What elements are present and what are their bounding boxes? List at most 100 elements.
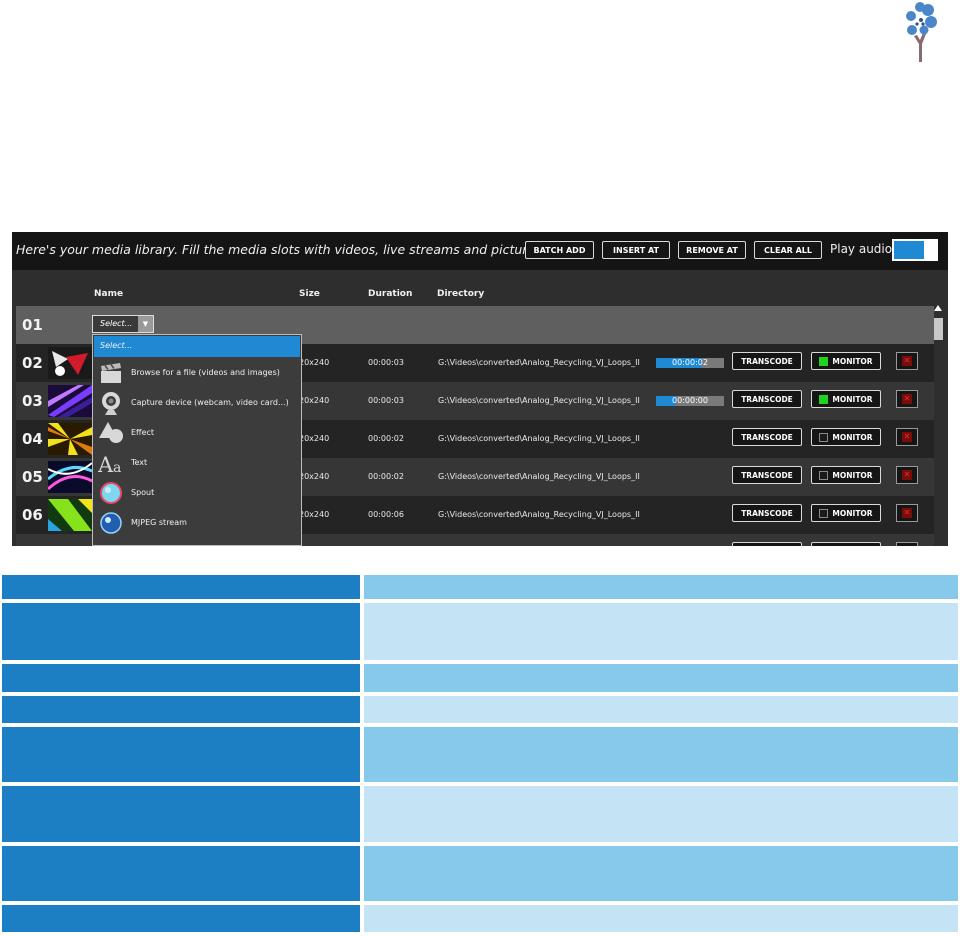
transcode-progress-bar: 00:00:00 xyxy=(656,396,724,406)
table-cell-label xyxy=(2,905,360,932)
monitor-led-icon xyxy=(819,432,829,442)
transcode-button[interactable]: TRANSCODE xyxy=(732,352,802,370)
media-type-select[interactable]: Select... ▼ xyxy=(92,315,154,333)
table-cell-value xyxy=(364,696,958,723)
duration-cell: 00:00:03 xyxy=(368,396,404,405)
dropdown-item-capture-device[interactable]: Capture device (webcam, video card...) xyxy=(94,388,300,418)
dropdown-item-label: Effect xyxy=(131,428,155,437)
scrollbar-thumb[interactable] xyxy=(934,318,943,340)
dropdown-item-select[interactable]: Select... xyxy=(94,336,300,357)
table-row xyxy=(2,786,958,842)
progress-text: 00:00:02 xyxy=(672,358,708,367)
monitor-button[interactable]: MONITOR xyxy=(811,466,881,484)
duration-cell: 00:00:06 xyxy=(368,510,404,519)
monitor-led-icon xyxy=(819,356,829,366)
intro-text: Here's your media library. Fill the medi… xyxy=(16,242,546,257)
transcode-button[interactable] xyxy=(732,542,802,546)
monitor-button[interactable]: MONITOR xyxy=(811,428,881,446)
monitor-button[interactable]: MONITOR xyxy=(811,504,881,522)
directory-cell: G:\Videos\converted\Analog_Recycling_VJ_… xyxy=(438,434,640,443)
table-cell-label xyxy=(2,727,360,782)
monitor-led-icon xyxy=(819,394,829,404)
scroll-up-arrow-icon[interactable] xyxy=(934,305,942,311)
transcode-progress-bar: 00:00:02 xyxy=(656,358,724,368)
remove-at-button[interactable]: REMOVE AT xyxy=(678,241,746,259)
table-cell-value xyxy=(364,664,958,692)
column-header-name: Name xyxy=(94,289,124,299)
dropdown-item-mjpeg-stream[interactable]: MJPEG stream xyxy=(94,508,300,538)
shapes-icon xyxy=(99,422,123,443)
dropdown-item-effect[interactable]: Effect xyxy=(94,418,300,448)
monitor-led-icon xyxy=(819,470,829,480)
column-header-size: Size xyxy=(299,289,320,299)
delete-button[interactable]: ✕ xyxy=(896,428,918,446)
dropdown-item-text[interactable]: A a Text xyxy=(94,448,300,478)
table-cell-label xyxy=(2,696,360,723)
transcode-button[interactable]: TRANSCODE xyxy=(732,504,802,522)
dropdown-item-browse-file[interactable]: Browse for a file (videos and images) xyxy=(94,358,300,388)
video-thumbnail xyxy=(48,499,92,531)
size-cell: 20x240 xyxy=(299,396,330,405)
table-cell-value xyxy=(364,603,958,660)
table-cell-value xyxy=(364,727,958,782)
table-row xyxy=(2,846,958,901)
table-cell-label xyxy=(2,786,360,842)
progress-text: 00:00:00 xyxy=(672,396,708,405)
svg-text:a: a xyxy=(113,460,121,476)
play-audio-toggle[interactable] xyxy=(892,239,938,261)
chevron-down-icon: ▼ xyxy=(138,316,153,332)
delete-button[interactable]: ✕ xyxy=(896,504,918,522)
monitor-label: MONITOR xyxy=(832,432,873,442)
table-row xyxy=(2,664,958,692)
dropdown-item-spout[interactable]: Spout xyxy=(94,478,300,508)
delete-button[interactable] xyxy=(896,542,918,546)
monitor-button[interactable]: MONITOR xyxy=(811,390,881,408)
delete-button[interactable]: ✕ xyxy=(896,390,918,408)
film-clapper-icon xyxy=(101,363,121,383)
monitor-label: MONITOR xyxy=(832,356,873,366)
spout-icon xyxy=(100,482,122,504)
media-library-panel: Here's your media library. Fill the medi… xyxy=(12,232,948,546)
table-cell-label xyxy=(2,603,360,660)
slot-number: 06 xyxy=(22,506,43,524)
video-thumbnail xyxy=(48,385,92,417)
transcode-button[interactable]: TRANSCODE xyxy=(732,390,802,408)
insert-at-button[interactable]: INSERT AT xyxy=(602,241,670,259)
dropdown-item-label: Text xyxy=(131,458,148,467)
monitor-label: MONITOR xyxy=(832,394,873,404)
video-thumbnail xyxy=(48,347,92,379)
transcode-button[interactable]: TRANSCODE xyxy=(732,428,802,446)
close-icon: ✕ xyxy=(902,432,912,442)
directory-cell: G:\Videos\converted\Analog_Recycling_VJ_… xyxy=(438,472,640,481)
size-cell: 20x240 xyxy=(299,472,330,481)
size-cell: 20x240 xyxy=(299,358,330,367)
batch-add-button[interactable]: BATCH ADD xyxy=(525,241,594,259)
transcode-button[interactable]: TRANSCODE xyxy=(732,466,802,484)
directory-cell: G:\Videos\converted\Analog_Recycling_VJ_… xyxy=(438,358,640,367)
close-icon: ✕ xyxy=(902,394,912,404)
dropdown-item-label: MJPEG stream xyxy=(131,518,187,527)
svg-text:A: A xyxy=(98,453,114,476)
table-cell-value xyxy=(364,905,958,932)
table-cell-label xyxy=(2,664,360,692)
monitor-led-icon xyxy=(819,508,829,518)
monitor-button[interactable]: MONITOR xyxy=(811,352,881,370)
dropdown-item-label: Select... xyxy=(100,341,133,350)
monitor-button[interactable] xyxy=(811,542,881,546)
table-row xyxy=(2,905,958,932)
dropdown-item-label: Capture device (webcam, video card...) xyxy=(131,398,289,407)
webcam-icon xyxy=(102,392,120,415)
delete-button[interactable]: ✕ xyxy=(896,352,918,370)
table-row xyxy=(2,603,958,660)
duration-cell: 00:00:02 xyxy=(368,472,404,481)
close-icon: ✕ xyxy=(902,508,912,518)
tree-logo-icon xyxy=(906,2,937,62)
close-icon: ✕ xyxy=(902,470,912,480)
video-thumbnail xyxy=(48,423,92,455)
duration-cell: 00:00:02 xyxy=(368,434,404,443)
slot-number: 01 xyxy=(22,316,43,334)
monitor-label: MONITOR xyxy=(832,470,873,480)
delete-button[interactable]: ✕ xyxy=(896,466,918,484)
clear-all-button[interactable]: CLEAR ALL xyxy=(754,241,822,259)
select-value: Select... xyxy=(100,319,133,328)
